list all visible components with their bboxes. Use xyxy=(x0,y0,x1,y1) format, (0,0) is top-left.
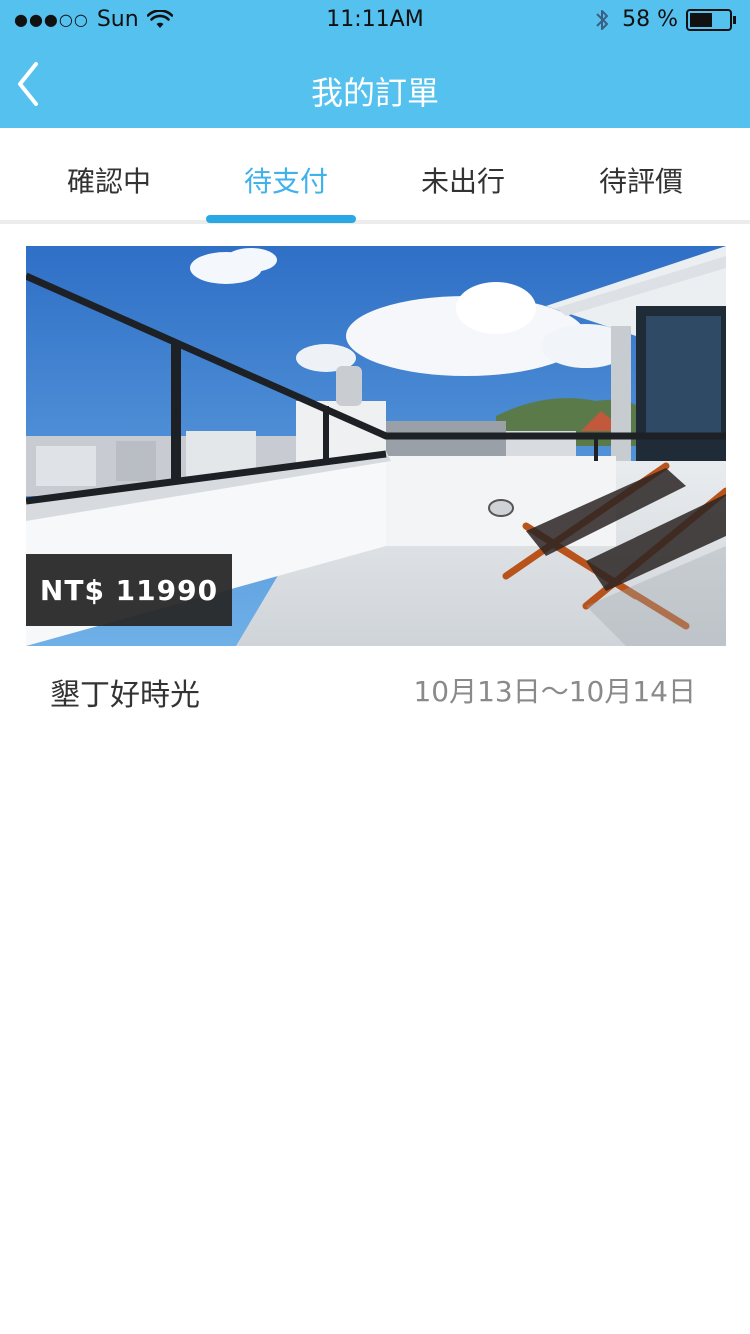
order-card[interactable]: NT$ 11990 墾丁好時光 10月13日～10月14日 xyxy=(26,246,726,736)
battery-icon xyxy=(686,8,736,31)
order-name: 墾丁好時光 xyxy=(50,678,200,713)
navigation-bar: 我的訂單 xyxy=(0,40,750,128)
tab-pending-review[interactable]: 待評價 xyxy=(551,160,731,200)
header: ●●●○○ Sun 11:11AM 58 % 我的訂單 xyxy=(0,0,750,128)
page-title: 我的訂單 xyxy=(310,74,439,112)
tab-not-departed[interactable]: 未出行 xyxy=(373,160,553,200)
status-bar: ●●●○○ Sun 11:11AM 58 % xyxy=(0,0,750,40)
tab-confirming[interactable]: 確認中 xyxy=(19,160,199,200)
rooftop-terrace-photo[interactable]: NT$ 11990 xyxy=(26,246,726,646)
order-info: 墾丁好時光 10月13日～10月14日 xyxy=(26,646,726,736)
battery-percentage: 58 % xyxy=(622,7,678,32)
price-badge: NT$ 11990 xyxy=(26,554,232,626)
order-status-tabs: 確認中 待支付 未出行 待評價 xyxy=(0,128,750,224)
tab-pending-payment[interactable]: 待支付 xyxy=(196,160,376,200)
bluetooth-icon xyxy=(596,9,609,30)
active-tab-indicator xyxy=(206,215,356,223)
order-dates: 10月13日～10月14日 xyxy=(413,675,696,708)
